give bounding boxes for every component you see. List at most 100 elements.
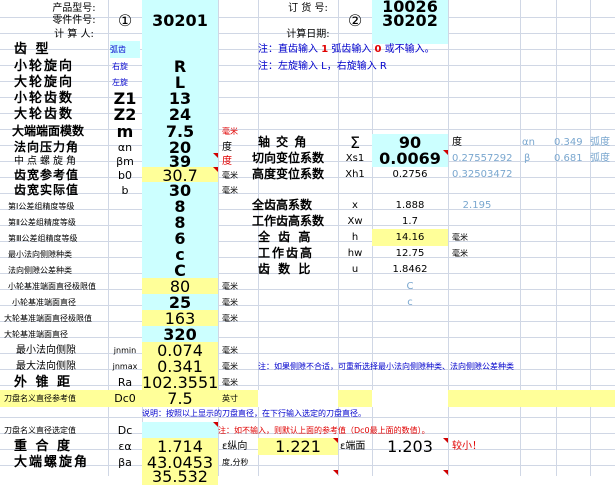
- shaft-sym: Σ: [349, 134, 361, 151]
- z1-label: 小轮齿数: [14, 91, 75, 106]
- part1-num: ①: [117, 12, 133, 29]
- big-spiral-sym: βa: [118, 456, 132, 469]
- module-unit: 毫米: [222, 127, 238, 136]
- last-value: 35.532: [142, 468, 218, 485]
- beta-rad-unit: 弧度: [590, 153, 610, 164]
- overlap-value: 1.714: [142, 438, 218, 455]
- u-label: 齿 数 比: [258, 262, 313, 276]
- big-spiral-label: 大端螺旋角: [14, 455, 90, 470]
- comment-marker[interactable]: [443, 470, 448, 475]
- comment-marker[interactable]: [213, 167, 218, 172]
- x-label: 全齿高系数: [252, 198, 313, 212]
- beta-rad-value: 0.681: [554, 153, 583, 164]
- big-end-dia-value[interactable]: 320: [142, 326, 218, 343]
- jmin-label: 最小法向侧隙: [16, 345, 76, 356]
- hw-sym: hw: [347, 248, 363, 259]
- b-value[interactable]: 30: [142, 182, 218, 199]
- big-rot-hint: 左旋: [112, 78, 128, 87]
- tooth-type-hint: 弧齿: [110, 41, 140, 58]
- g3-value[interactable]: 6: [142, 230, 218, 247]
- jmin-value: 0.074: [142, 342, 218, 359]
- xw-sym: Xw: [347, 216, 363, 227]
- alpha-rad-unit: 弧度: [590, 137, 610, 148]
- xh1-value: 0.2756: [392, 169, 428, 180]
- xh1-sym: Xh1: [345, 169, 365, 180]
- big-rot-value[interactable]: L: [142, 74, 218, 91]
- big-end-lim-unit: 毫米: [222, 314, 238, 323]
- c-upper: C: [406, 281, 414, 292]
- shaft-unit: 度: [452, 137, 462, 148]
- backlash-type-value[interactable]: c: [142, 246, 218, 263]
- c-lower: c: [407, 297, 413, 308]
- comment-marker[interactable]: [443, 150, 448, 155]
- jmax-value: 0.341: [142, 358, 218, 375]
- g1-label: 第Ⅰ公差组精度等级: [8, 202, 75, 211]
- small-rot-label: 小轮旋向: [14, 59, 75, 74]
- z2-sym: Z2: [113, 106, 137, 123]
- g1-value[interactable]: 8: [142, 198, 218, 215]
- xh1-label: 高度变位系数: [252, 167, 325, 181]
- u-value: 1.8462: [392, 264, 428, 275]
- h-sym: h: [351, 232, 359, 243]
- g2-value[interactable]: 8: [142, 214, 218, 231]
- h-unit: 毫米: [452, 233, 468, 242]
- z1-value[interactable]: 13: [142, 90, 218, 107]
- dc-input[interactable]: [142, 422, 218, 439]
- backlash-tol-value[interactable]: C: [142, 262, 218, 279]
- ra-label: 外 锥 距: [14, 375, 73, 390]
- z2-value[interactable]: 24: [142, 106, 218, 123]
- comment-marker[interactable]: [213, 153, 218, 158]
- big-end-lim-value: 163: [142, 310, 218, 327]
- comment-marker[interactable]: [213, 422, 218, 427]
- jmax-sym: jnmax: [112, 362, 138, 371]
- overlap-sym2: ε纵向: [222, 441, 248, 452]
- dc-note: 注：如不输入，则默认上面的参考值（Dc0最上面的数值）。: [218, 426, 430, 435]
- overlap-sym: εα: [118, 440, 132, 453]
- overlap-warn: 较小！: [452, 441, 482, 452]
- overlap-sym3: ε端面: [340, 441, 366, 452]
- beta-rad-sym: β: [524, 153, 531, 164]
- comment-marker[interactable]: [443, 438, 448, 443]
- backlash-type-label: 最小法向侧隙种类: [8, 250, 72, 259]
- x-sym: x: [352, 200, 358, 211]
- overlap-label: 重 合 度: [14, 439, 73, 454]
- big-spiral-unit: 度,分秒: [222, 458, 249, 467]
- xw-label: 工作齿高系数: [252, 214, 325, 228]
- g2-label: 第Ⅱ公差组精度等级: [8, 218, 76, 227]
- dc-label: 刀盘名义直径选定值: [4, 426, 76, 435]
- ra-value: 102.3551: [142, 374, 218, 391]
- b-label: 齿宽实际值: [14, 183, 80, 197]
- g3-label: 第Ⅲ公差组精度等级: [8, 234, 78, 243]
- hw-value: 12.75: [395, 248, 425, 259]
- alpha-rad-sym: αn: [522, 137, 535, 148]
- shaft-value[interactable]: 90: [372, 134, 448, 151]
- small-end-lim-value: 80: [142, 278, 218, 295]
- overlap-value3: 1.203: [387, 438, 433, 455]
- ra-unit: 毫米: [222, 378, 238, 387]
- overlap-value2: 1.221: [258, 438, 338, 455]
- jmin-unit: 毫米: [222, 346, 238, 355]
- small-end-dia-value[interactable]: 25: [142, 294, 218, 311]
- xs1-value[interactable]: 0.0069: [372, 150, 448, 167]
- xs1-label: 切向变位系数: [252, 151, 325, 165]
- comment-marker[interactable]: [333, 470, 338, 475]
- z2-label: 大轮齿数: [14, 107, 75, 122]
- big-rot-label: 大轮旋向: [14, 75, 75, 90]
- dc0-label: 刀盘名义直径参考值: [4, 394, 76, 403]
- small-end-dia-unit: 毫米: [222, 298, 238, 307]
- h-label: 全 齿 高: [258, 230, 313, 244]
- small-rot-hint: 右旋: [112, 62, 128, 71]
- ra-sym: Ra: [117, 376, 133, 389]
- comment-marker[interactable]: [333, 438, 338, 443]
- tooth-type-note: 注：直齿输入 1 弧齿输入 0 或不输入。: [258, 44, 435, 55]
- tooth-type-input[interactable]: [142, 41, 218, 58]
- dc-sym: Dc: [117, 424, 133, 437]
- jmin-sym: jnmin: [113, 346, 137, 355]
- backlash-tol-label: 法向侧隙公差种类: [8, 266, 72, 275]
- module-value[interactable]: 7.5: [142, 123, 218, 140]
- small-rot-value[interactable]: R: [142, 58, 218, 75]
- xw-value: 1.7: [402, 216, 418, 227]
- shaft-label: 轴 交 角: [258, 135, 308, 149]
- x-extra: 2.195: [462, 200, 492, 211]
- explain-text: 说明：按照以上显示的刀盘直径，在下行输入选定的刀盘直径。: [142, 409, 366, 418]
